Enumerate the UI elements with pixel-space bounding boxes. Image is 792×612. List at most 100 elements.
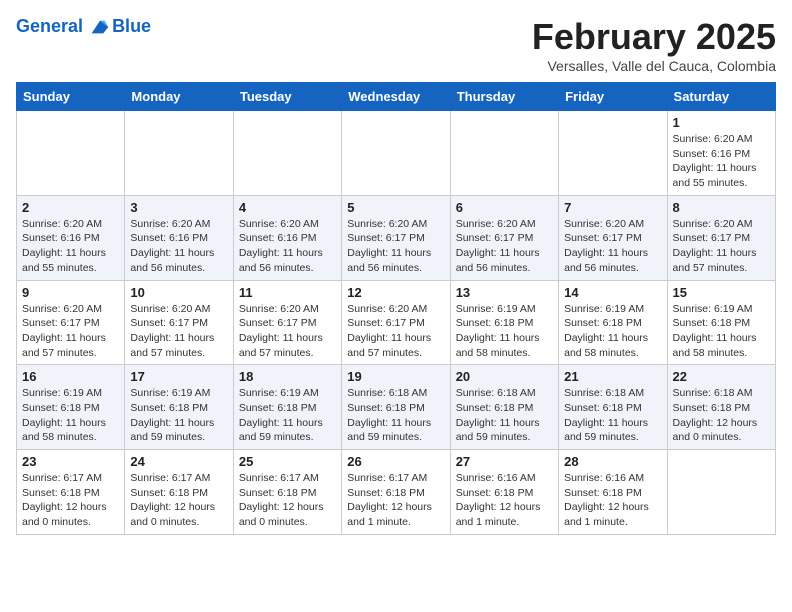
- day-number: 15: [673, 285, 770, 300]
- day-number: 27: [456, 454, 553, 469]
- week-row-1: 1Sunrise: 6:20 AM Sunset: 6:16 PM Daylig…: [17, 111, 776, 196]
- day-number: 7: [564, 200, 661, 215]
- day-cell: 21 Sunrise: 6:18 AM Sunset: 6:18 PM Dayli…: [559, 365, 667, 450]
- day-number: 23: [22, 454, 119, 469]
- day-cell: 7 Sunrise: 6:20 AM Sunset: 6:17 PM Daylig…: [559, 195, 667, 280]
- week-row-4: 16 Sunrise: 6:19 AM Sunset: 6:18 PM Dayli…: [17, 365, 776, 450]
- day-cell: [559, 111, 667, 196]
- day-cell: 18Sunrise: 6:19 AM Sunset: 6:18 PM Dayli…: [233, 365, 341, 450]
- day-cell: 3 Sunrise: 6:20 AM Sunset: 6:16 PM Daylig…: [125, 195, 233, 280]
- day-number: 4: [239, 200, 336, 215]
- day-info: Sunrise: 6:20 AM Sunset: 6:17 PM Dayligh…: [22, 302, 119, 361]
- day-number: 10: [130, 285, 227, 300]
- day-number: 14: [564, 285, 661, 300]
- day-cell: 20 Sunrise: 6:18 AM Sunset: 6:18 PM Dayli…: [450, 365, 558, 450]
- day-info: Sunrise: 6:17 AM Sunset: 6:18 PM Dayligh…: [22, 471, 119, 530]
- day-cell: 16Sunrise: 6:19 AM Sunset: 6:18 PM Dayli…: [17, 365, 125, 450]
- header-day-sunday: Sunday: [17, 83, 125, 111]
- day-cell: [233, 111, 341, 196]
- day-info: Sunrise: 6:20 AM Sunset: 6:16 PM Dayligh…: [130, 217, 227, 276]
- day-info: Sunrise: 6:17 AM Sunset: 6:18 PM Dayligh…: [347, 471, 444, 530]
- day-cell: 17 Sunrise: 6:19 AM Sunset: 6:18 PM Dayli…: [125, 365, 233, 450]
- header-day-thursday: Thursday: [450, 83, 558, 111]
- day-cell: [17, 111, 125, 196]
- day-number: 2: [22, 200, 119, 215]
- day-cell: 11Sunrise: 6:20 AM Sunset: 6:17 PM Dayli…: [233, 280, 341, 365]
- calendar-table: SundayMondayTuesdayWednesdayThursdayFrid…: [16, 82, 776, 535]
- day-number: 26: [347, 454, 444, 469]
- day-number: 9: [22, 285, 119, 300]
- day-info: Sunrise: 6:20 AM Sunset: 6:17 PM Dayligh…: [673, 217, 770, 276]
- day-cell: 14 Sunrise: 6:19 AM Sunset: 6:18 PM Dayli…: [559, 280, 667, 365]
- day-cell: 23 Sunrise: 6:17 AM Sunset: 6:18 PM Dayli…: [17, 450, 125, 535]
- day-number: 25: [239, 454, 336, 469]
- day-number: 16: [22, 369, 119, 384]
- title-area: February 2025 Versalles, Valle del Cauca…: [532, 16, 776, 74]
- day-number: 22: [673, 369, 770, 384]
- day-number: 8: [673, 200, 770, 215]
- day-info: Sunrise: 6:18 AM Sunset: 6:18 PM Dayligh…: [673, 386, 770, 445]
- day-cell: 8 Sunrise: 6:20 AM Sunset: 6:17 PM Daylig…: [667, 195, 775, 280]
- logo: General Blue: [16, 16, 151, 37]
- day-cell: 5 Sunrise: 6:20 AM Sunset: 6:17 PM Daylig…: [342, 195, 450, 280]
- day-cell: 19 Sunrise: 6:18 AM Sunset: 6:18 PM Dayli…: [342, 365, 450, 450]
- day-info: Sunrise: 6:19 AM Sunset: 6:18 PM Dayligh…: [456, 302, 553, 361]
- day-number: 6: [456, 200, 553, 215]
- day-info: Sunrise: 6:19 AM Sunset: 6:18 PM Dayligh…: [130, 386, 227, 445]
- day-number: 20: [456, 369, 553, 384]
- day-cell: 4 Sunrise: 6:20 AM Sunset: 6:16 PM Daylig…: [233, 195, 341, 280]
- day-cell: 10Sunrise: 6:20 AM Sunset: 6:17 PM Dayli…: [125, 280, 233, 365]
- day-number: 19: [347, 369, 444, 384]
- day-number: 11: [239, 285, 336, 300]
- day-info: Sunrise: 6:20 AM Sunset: 6:17 PM Dayligh…: [347, 217, 444, 276]
- day-info: Sunrise: 6:20 AM Sunset: 6:16 PM Dayligh…: [673, 132, 770, 191]
- header-row: SundayMondayTuesdayWednesdayThursdayFrid…: [17, 83, 776, 111]
- header: General Blue February 2025 Versalles, Va…: [16, 16, 776, 74]
- header-day-tuesday: Tuesday: [233, 83, 341, 111]
- day-cell: 13 Sunrise: 6:19 AM Sunset: 6:18 PM Dayli…: [450, 280, 558, 365]
- day-cell: [125, 111, 233, 196]
- day-cell: [450, 111, 558, 196]
- week-row-3: 9 Sunrise: 6:20 AM Sunset: 6:17 PM Daylig…: [17, 280, 776, 365]
- logo-general: General: [16, 16, 83, 36]
- week-row-2: 2 Sunrise: 6:20 AM Sunset: 6:16 PM Daylig…: [17, 195, 776, 280]
- day-number: 21: [564, 369, 661, 384]
- day-number: 5: [347, 200, 444, 215]
- day-info: Sunrise: 6:17 AM Sunset: 6:18 PM Dayligh…: [239, 471, 336, 530]
- day-info: Sunrise: 6:18 AM Sunset: 6:18 PM Dayligh…: [456, 386, 553, 445]
- day-cell: 27 Sunrise: 6:16 AM Sunset: 6:18 PM Dayli…: [450, 450, 558, 535]
- day-cell: 28Sunrise: 6:16 AM Sunset: 6:18 PM Dayli…: [559, 450, 667, 535]
- day-info: Sunrise: 6:20 AM Sunset: 6:16 PM Dayligh…: [22, 217, 119, 276]
- day-cell: [667, 450, 775, 535]
- header-day-friday: Friday: [559, 83, 667, 111]
- day-cell: 24 Sunrise: 6:17 AM Sunset: 6:18 PM Dayli…: [125, 450, 233, 535]
- day-number: 17: [130, 369, 227, 384]
- day-cell: 9 Sunrise: 6:20 AM Sunset: 6:17 PM Daylig…: [17, 280, 125, 365]
- day-info: Sunrise: 6:17 AM Sunset: 6:18 PM Dayligh…: [130, 471, 227, 530]
- day-number: 13: [456, 285, 553, 300]
- logo-blue: Blue: [112, 16, 151, 37]
- day-number: 24: [130, 454, 227, 469]
- day-info: Sunrise: 6:18 AM Sunset: 6:18 PM Dayligh…: [347, 386, 444, 445]
- day-cell: 12Sunrise: 6:20 AM Sunset: 6:17 PM Dayli…: [342, 280, 450, 365]
- day-number: 3: [130, 200, 227, 215]
- day-number: 28: [564, 454, 661, 469]
- week-row-5: 23 Sunrise: 6:17 AM Sunset: 6:18 PM Dayli…: [17, 450, 776, 535]
- day-info: Sunrise: 6:19 AM Sunset: 6:18 PM Dayligh…: [673, 302, 770, 361]
- day-cell: 15 Sunrise: 6:19 AM Sunset: 6:18 PM Dayli…: [667, 280, 775, 365]
- header-day-monday: Monday: [125, 83, 233, 111]
- day-info: Sunrise: 6:18 AM Sunset: 6:18 PM Dayligh…: [564, 386, 661, 445]
- day-info: Sunrise: 6:20 AM Sunset: 6:17 PM Dayligh…: [564, 217, 661, 276]
- day-cell: 22 Sunrise: 6:18 AM Sunset: 6:18 PM Dayli…: [667, 365, 775, 450]
- header-day-saturday: Saturday: [667, 83, 775, 111]
- day-info: Sunrise: 6:16 AM Sunset: 6:18 PM Dayligh…: [456, 471, 553, 530]
- day-cell: 1Sunrise: 6:20 AM Sunset: 6:16 PM Daylig…: [667, 111, 775, 196]
- header-day-wednesday: Wednesday: [342, 83, 450, 111]
- day-info: Sunrise: 6:20 AM Sunset: 6:16 PM Dayligh…: [239, 217, 336, 276]
- day-info: Sunrise: 6:19 AM Sunset: 6:18 PM Dayligh…: [564, 302, 661, 361]
- day-number: 18: [239, 369, 336, 384]
- day-cell: 25 Sunrise: 6:17 AM Sunset: 6:18 PM Dayli…: [233, 450, 341, 535]
- day-info: Sunrise: 6:20 AM Sunset: 6:17 PM Dayligh…: [347, 302, 444, 361]
- logo-icon: [90, 18, 110, 36]
- day-cell: [342, 111, 450, 196]
